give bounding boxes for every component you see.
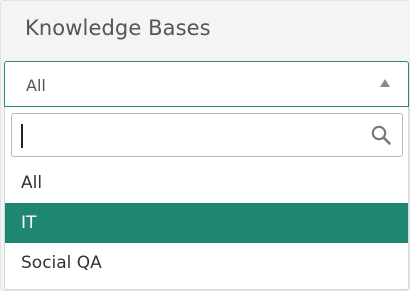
select-dropdown: All IT Social QA [4, 107, 409, 290]
search-icon [371, 125, 391, 145]
knowledge-base-select[interactable]: All [4, 61, 409, 107]
caret-up-icon[interactable] [380, 79, 390, 87]
dropdown-search-input[interactable] [20, 120, 360, 150]
select-current-value: All [26, 76, 46, 95]
option-it[interactable]: IT [5, 203, 408, 243]
panel-header: Knowledge Bases [1, 1, 410, 59]
options-list: All IT Social QA [5, 163, 408, 283]
option-label: All [21, 173, 43, 193]
option-label: Social QA [21, 253, 102, 273]
option-all[interactable]: All [5, 163, 408, 203]
panel-title: Knowledge Bases [25, 16, 211, 40]
text-cursor [21, 124, 23, 148]
knowledge-bases-panel: Knowledge Bases All All IT Social QA [0, 0, 410, 291]
option-social-qa[interactable]: Social QA [5, 243, 408, 283]
dropdown-search-box[interactable] [11, 113, 403, 157]
option-label: IT [21, 213, 37, 233]
